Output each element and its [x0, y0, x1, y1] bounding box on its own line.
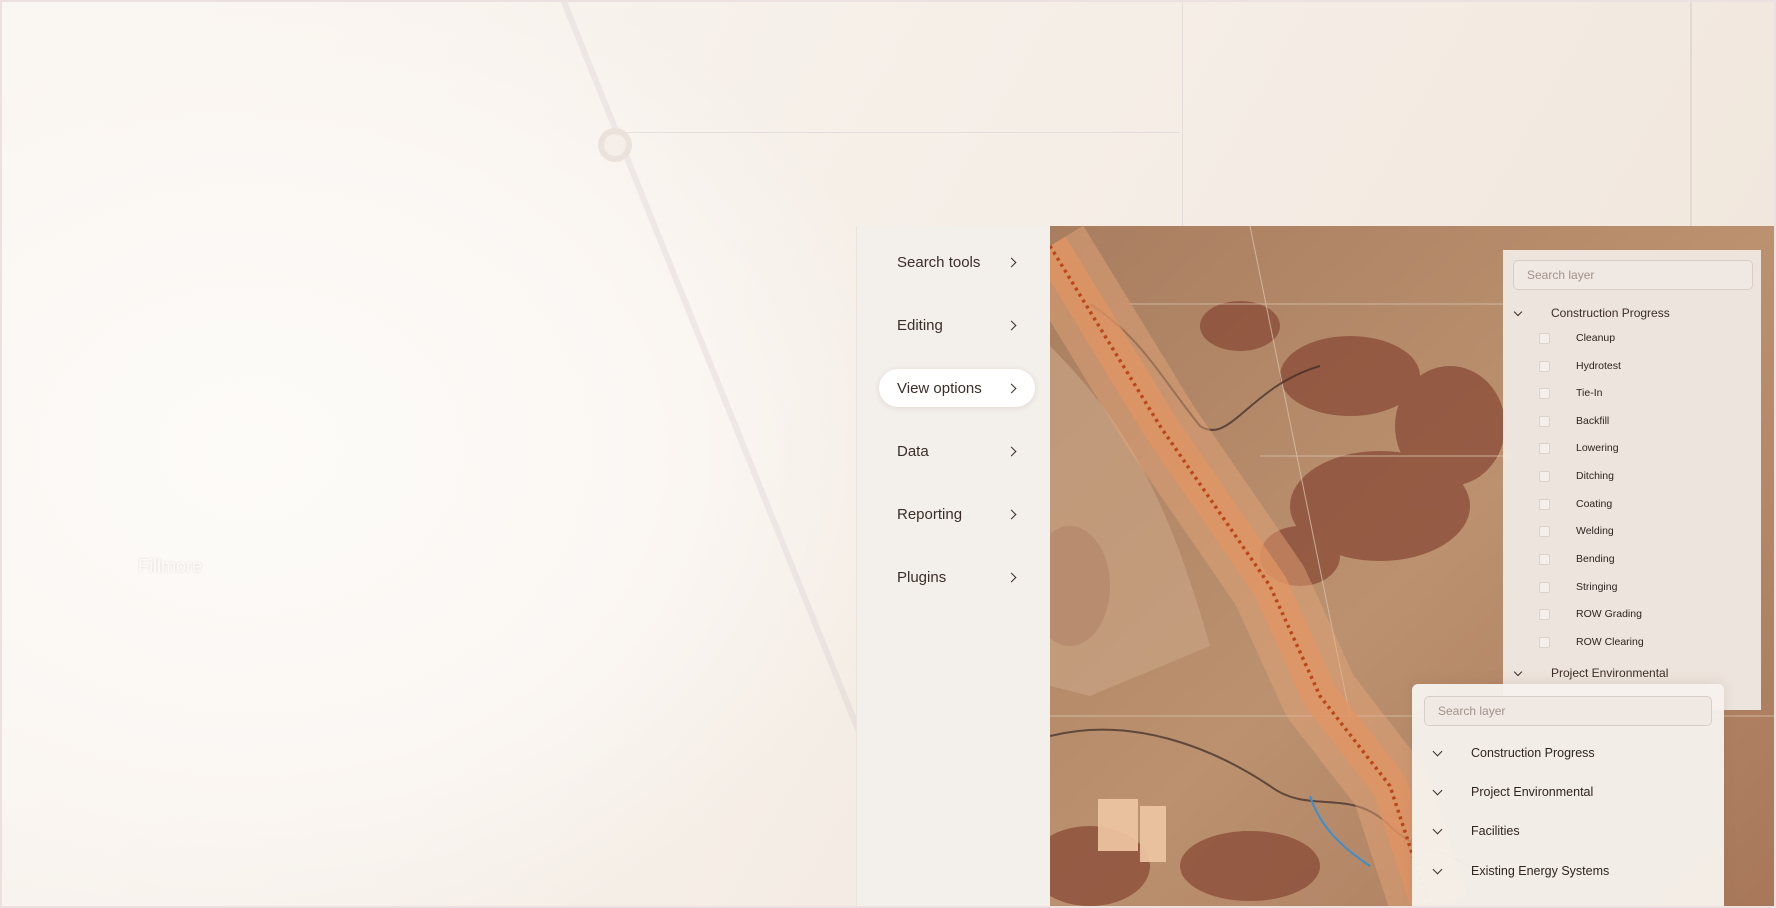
popup-group-label: Existing Energy Systems — [1471, 864, 1610, 878]
layer-label: Backfill — [1576, 415, 1610, 427]
layer-label: Ditching — [1576, 470, 1614, 482]
layer-checkbox[interactable] — [1539, 415, 1550, 427]
layer-label: ROW Clearing — [1576, 636, 1644, 648]
background-grid-line — [1690, 0, 1692, 226]
layer-label: Coating — [1576, 498, 1613, 510]
layer-group-project-environmental[interactable]: Project Environmental — [1513, 666, 1669, 680]
menu-item-label: View options — [897, 379, 982, 397]
background-road — [560, 0, 906, 842]
menu-item-label: Search tools — [897, 253, 981, 271]
chevron-down-icon — [1432, 864, 1443, 875]
menu-item-label: Data — [897, 442, 929, 460]
layer-item-cleanup[interactable]: Cleanup — [1539, 332, 1615, 344]
chevron-down-icon — [1513, 667, 1523, 676]
layer-checkbox[interactable] — [1539, 332, 1550, 344]
layer-checkbox[interactable] — [1539, 553, 1550, 565]
popup-group-label: Project Environmental — [1471, 785, 1594, 799]
background-place-label: Fillmore — [138, 556, 203, 576]
layer-label: Stringing — [1576, 581, 1618, 593]
layer-item-bending[interactable]: Bending — [1539, 553, 1615, 565]
layer-group-label: Construction Progress — [1551, 306, 1670, 320]
layer-checkbox[interactable] — [1539, 581, 1550, 593]
chevron-right-icon — [1006, 509, 1017, 519]
layer-checkbox[interactable] — [1539, 498, 1550, 510]
layer-checkbox[interactable] — [1539, 442, 1550, 454]
background-grid-line — [620, 132, 1180, 133]
popup-group-existing-energy-systems[interactable]: Existing Energy Systems — [1432, 864, 1610, 878]
menu-item-reporting[interactable]: Reporting — [879, 495, 1035, 533]
menu-item-view-options[interactable]: View options — [879, 369, 1035, 407]
layer-label: Welding — [1576, 525, 1614, 537]
layer-item-hydrotest[interactable]: Hydrotest — [1539, 360, 1621, 372]
popup-group-label: Construction Progress — [1471, 746, 1595, 760]
menu-item-search-tools[interactable]: Search tools — [879, 243, 1035, 281]
layer-item-lowering[interactable]: Lowering — [1539, 442, 1619, 454]
chevron-right-icon — [1006, 572, 1017, 582]
layer-checkbox[interactable] — [1539, 636, 1550, 648]
layer-item-stringing[interactable]: Stringing — [1539, 581, 1617, 593]
layer-group-label: Project Environmental — [1551, 666, 1669, 680]
layer-label: Cleanup — [1576, 332, 1616, 344]
chevron-right-icon — [1006, 383, 1017, 393]
popup-group-label: Facilities — [1471, 824, 1520, 838]
chevron-right-icon — [1006, 446, 1017, 456]
menu-item-data[interactable]: Data — [879, 432, 1035, 470]
background-grid-line — [1182, 0, 1183, 226]
layer-checkbox[interactable] — [1539, 525, 1550, 537]
chevron-down-icon — [1432, 824, 1443, 835]
layer-item-row-grading[interactable]: ROW Grading — [1539, 608, 1642, 620]
background-map-marker — [598, 128, 632, 162]
menu-item-label: Plugins — [897, 568, 947, 586]
layer-item-backfill[interactable]: Backfill — [1539, 415, 1609, 427]
layer-search-input[interactable]: Search layer — [1513, 260, 1753, 290]
popup-search-input[interactable]: Search layer — [1424, 696, 1712, 726]
layer-group-construction-progress[interactable]: Construction Progress — [1513, 306, 1670, 320]
layer-item-coating[interactable]: Coating — [1539, 498, 1612, 510]
menu-item-editing[interactable]: Editing — [879, 306, 1035, 344]
layer-item-tie-in[interactable]: Tie-In — [1539, 387, 1602, 399]
layer-label: Tie-In — [1576, 387, 1603, 399]
chevron-down-icon — [1513, 307, 1523, 316]
layer-label: Hydrotest — [1576, 360, 1621, 372]
menu-item-plugins[interactable]: Plugins — [879, 558, 1035, 596]
chevron-right-icon — [1006, 257, 1017, 267]
side-menu: Search tools Editing View options Data R… — [856, 226, 1050, 908]
layer-checkbox[interactable] — [1539, 470, 1550, 482]
layer-checkbox[interactable] — [1539, 387, 1550, 399]
popup-group-construction-progress[interactable]: Construction Progress — [1432, 746, 1595, 760]
popup-group-facilities[interactable]: Facilities — [1432, 824, 1520, 838]
layer-item-ditching[interactable]: Ditching — [1539, 470, 1614, 482]
layer-item-row-clearing[interactable]: ROW Clearing — [1539, 636, 1644, 648]
layer-item-welding[interactable]: Welding — [1539, 525, 1614, 537]
chevron-down-icon — [1432, 746, 1443, 757]
layer-label: Bending — [1576, 553, 1615, 565]
layer-checkbox[interactable] — [1539, 360, 1550, 372]
chevron-right-icon — [1006, 320, 1017, 330]
facility-marker[interactable] — [1140, 806, 1166, 862]
facility-marker[interactable] — [1098, 799, 1138, 851]
layer-panel: Search layer Construction Progress Clean… — [1503, 250, 1761, 710]
layer-label: ROW Grading — [1576, 608, 1642, 620]
chevron-down-icon — [1432, 785, 1443, 796]
popup-group-project-environmental[interactable]: Project Environmental — [1432, 785, 1594, 799]
layer-label: Lowering — [1576, 442, 1619, 454]
menu-item-label: Reporting — [897, 505, 963, 523]
layer-checkbox[interactable] — [1539, 608, 1550, 620]
layer-popup-panel: Search layer Construction Progress Proje… — [1412, 684, 1724, 908]
menu-item-label: Editing — [897, 316, 943, 334]
